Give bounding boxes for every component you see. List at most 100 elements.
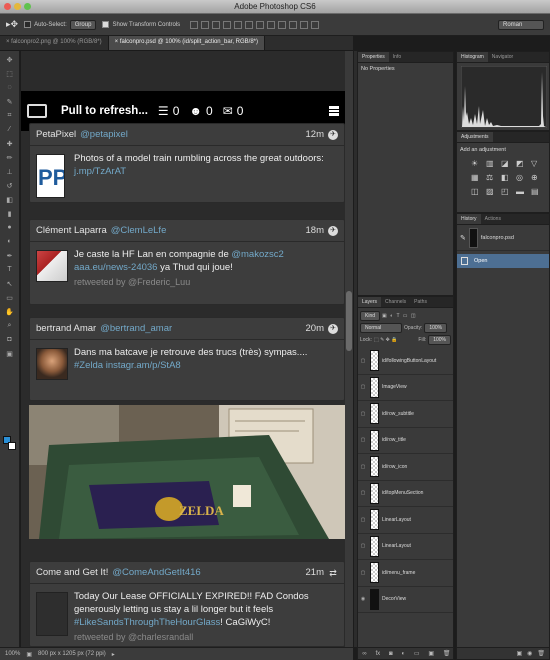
tab-channels[interactable]: Channels: [381, 297, 410, 307]
layer-style-icon[interactable]: fx: [376, 651, 381, 657]
tweet-hashtag[interactable]: #Zelda: [74, 360, 103, 371]
avatar[interactable]: [36, 592, 68, 636]
visibility-toggle[interactable]: ▢: [358, 464, 368, 470]
tab-histogram[interactable]: Histogram: [457, 52, 488, 62]
avatar[interactable]: [36, 250, 68, 282]
new-layer-icon[interactable]: ▣: [428, 650, 434, 657]
crop-tool-icon[interactable]: ⌗: [3, 110, 17, 121]
auto-select-option[interactable]: Auto-Select: Group: [24, 19, 97, 30]
layer-name[interactable]: id/row_subtitle: [382, 411, 414, 417]
move-tool-icon[interactable]: ✥: [3, 54, 17, 65]
timeline-count[interactable]: ☰ 0: [158, 104, 179, 118]
screen-mode-icon[interactable]: ▣: [3, 348, 17, 359]
layer-name[interactable]: id/row_icon: [382, 464, 407, 470]
background-color-swatch[interactable]: [8, 442, 16, 450]
zoom-level[interactable]: 100%: [5, 651, 20, 657]
color-balance-icon[interactable]: ⚖: [486, 173, 498, 182]
selective-color-icon[interactable]: ▤: [531, 187, 543, 196]
layer-row[interactable]: ◉ DecorView: [358, 587, 453, 613]
tab-history[interactable]: History: [457, 214, 481, 224]
visibility-toggle[interactable]: ▢: [358, 384, 368, 390]
tweet-hashtag[interactable]: #LikeSandsThroughTheHourGlass: [74, 617, 220, 628]
status-menu-icon[interactable]: ▸: [112, 651, 115, 658]
history-brush-tool-icon[interactable]: ↺: [3, 180, 17, 191]
layer-name[interactable]: id/followingButtonLayout: [382, 358, 436, 364]
layer-row[interactable]: ▢ id/menu_frame: [358, 560, 453, 587]
move-tool-preset[interactable]: ▸✥: [6, 19, 18, 30]
path-select-tool-icon[interactable]: ↖: [3, 278, 17, 289]
healing-brush-tool-icon[interactable]: ✚: [3, 138, 17, 149]
dodge-tool-icon[interactable]: ◐: [3, 236, 17, 247]
tweet-link[interactable]: instagr.am/p/StA8: [106, 360, 181, 371]
layer-row[interactable]: ▢ id/followingButtonLayout: [358, 348, 453, 375]
tweet-card[interactable]: Clément Laparra @ClemLeLfe 18m ✈ Je cast…: [29, 219, 345, 305]
layer-name[interactable]: LinearLayout: [382, 517, 411, 523]
lasso-tool-icon[interactable]: ◌: [3, 82, 17, 93]
curves-icon[interactable]: ◪: [501, 159, 513, 168]
blur-tool-icon[interactable]: ●: [3, 222, 17, 233]
black-white-icon[interactable]: ◧: [501, 173, 513, 182]
layer-name[interactable]: LinearLayout: [382, 543, 411, 549]
snapshot-icon[interactable]: ◉: [527, 650, 532, 657]
history-snapshot[interactable]: ✎ falconpro.psd: [457, 225, 549, 251]
type-tool-icon[interactable]: T: [3, 264, 17, 275]
invert-icon[interactable]: ◫: [471, 187, 483, 196]
scrollbar-thumb[interactable]: [346, 291, 352, 351]
visibility-toggle[interactable]: ▢: [358, 490, 368, 496]
clone-stamp-tool-icon[interactable]: ⊥: [3, 166, 17, 177]
tweet-link[interactable]: j.mp/TzArAT: [74, 166, 126, 177]
tab-paths[interactable]: Paths: [410, 297, 431, 307]
messages-count[interactable]: ✉ 0: [223, 104, 244, 118]
link-layers-icon[interactable]: ∞: [362, 651, 366, 657]
tweet-card[interactable]: Come and Get It! @ComeAndGetIt416 21m ⇄ …: [29, 561, 345, 647]
visibility-toggle[interactable]: ▢: [358, 437, 368, 443]
layer-row[interactable]: ▢ id/row_title: [358, 428, 453, 454]
opacity-field[interactable]: 100%: [424, 323, 448, 333]
history-brush-icon[interactable]: ✎: [460, 234, 466, 242]
tab-properties[interactable]: Properties: [358, 52, 389, 62]
exposure-icon[interactable]: ◩: [516, 159, 528, 168]
visibility-toggle[interactable]: ▢: [358, 517, 368, 523]
tab-info[interactable]: Info: [389, 52, 405, 62]
pen-tool-icon[interactable]: ✒: [3, 250, 17, 261]
align-center-icon[interactable]: [234, 20, 243, 29]
visibility-toggle[interactable]: ▢: [358, 358, 368, 364]
new-group-icon[interactable]: ▭: [414, 650, 420, 657]
delete-layer-icon[interactable]: 🗑: [443, 650, 451, 657]
distribute-center-icon[interactable]: [300, 20, 309, 29]
tab-navigator[interactable]: Navigator: [488, 52, 517, 62]
mentions-count[interactable]: ☻ 0: [189, 104, 212, 118]
levels-icon[interactable]: ▥: [486, 159, 498, 168]
visibility-toggle[interactable]: ▢: [358, 543, 368, 549]
tweet-card[interactable]: bertrand Amar @bertrand_amar 20m ✈ Dans …: [29, 317, 345, 401]
retweet-attribution[interactable]: retweeted by @Frederic_Luu: [74, 276, 338, 289]
document-size[interactable]: 800 px x 1205 px (72 ppi): [38, 651, 106, 657]
layer-name[interactable]: id/row_title: [382, 437, 406, 443]
avatar[interactable]: [36, 348, 68, 380]
layer-name[interactable]: ImageView: [382, 384, 407, 390]
layer-name[interactable]: DecorView: [382, 596, 406, 602]
tweet-author-handle[interactable]: @ClemLeLfe: [111, 225, 167, 236]
tab-adjustments[interactable]: Adjustments: [457, 132, 493, 142]
layer-row[interactable]: ▢ LinearLayout: [358, 534, 453, 560]
avatar[interactable]: PP: [36, 154, 65, 198]
auto-select-checkbox[interactable]: [24, 21, 32, 28]
layer-name[interactable]: id/menu_frame: [382, 570, 415, 576]
filter-icons[interactable]: ▣ ◐ T ▭ ◫: [382, 313, 417, 319]
posterize-icon[interactable]: ▨: [486, 187, 498, 196]
doc-tab-falconpro-psd[interactable]: × falconpro.psd @ 100% (id/split_action_…: [108, 36, 265, 50]
overflow-menu-icon[interactable]: [329, 106, 339, 116]
new-document-from-state-icon[interactable]: ▣: [516, 650, 522, 657]
layer-row[interactable]: ▢ id/row_icon: [358, 454, 453, 481]
tweet-mention[interactable]: @makozsc2: [231, 249, 283, 260]
align-bottom-icon[interactable]: [212, 20, 221, 29]
adjustment-layer-icon[interactable]: ◐: [401, 651, 405, 657]
add-mask-icon[interactable]: ◙: [389, 651, 393, 657]
brush-tool-icon[interactable]: ✏: [3, 152, 17, 163]
threshold-icon[interactable]: ◰: [501, 187, 513, 196]
tweet-media-image[interactable]: ZELDA: [29, 405, 345, 539]
layer-filter-kind[interactable]: Kind: [360, 311, 381, 321]
marquee-tool-icon[interactable]: ⬚: [3, 68, 17, 79]
show-transform-checkbox[interactable]: [102, 21, 110, 28]
lock-icons[interactable]: ⬚ ✎ ✥ 🔒: [374, 337, 398, 343]
